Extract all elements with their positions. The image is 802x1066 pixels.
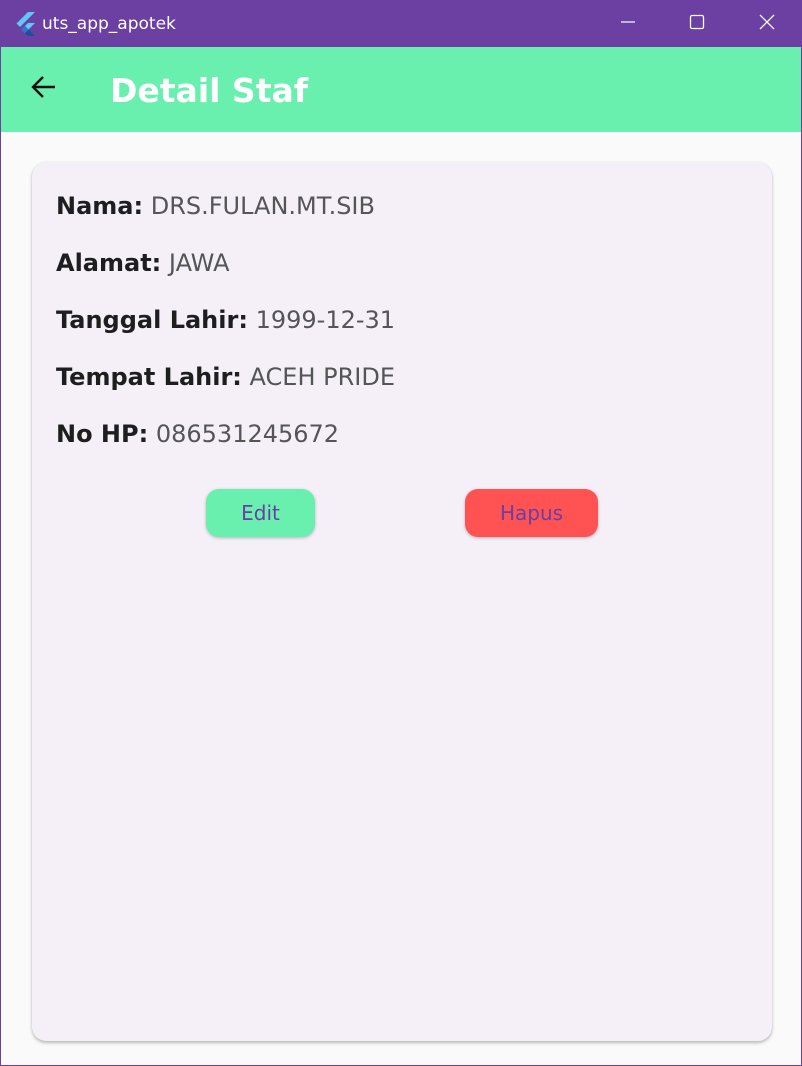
field-label: Tempat Lahir: [56, 363, 242, 391]
flutter-logo-icon [15, 12, 37, 36]
delete-button[interactable]: Hapus [465, 489, 598, 537]
maximize-icon [689, 14, 705, 34]
field-tanggal-lahir: Tanggal Lahir: 1999-12-31 [56, 305, 395, 335]
field-value: 086531245672 [155, 420, 340, 448]
window-title: uts_app_apotek [42, 14, 176, 34]
field-tempat-lahir: Tempat Lahir: ACEH PRIDE [56, 362, 395, 392]
close-icon [759, 14, 775, 34]
field-label: Alamat: [56, 249, 162, 277]
edit-button[interactable]: Edit [206, 489, 315, 537]
app-window: uts_app_apotek Detail Staf Nama: DRS.FUL… [0, 0, 802, 1066]
staff-detail-card: Nama: DRS.FULAN.MT.SIB Alamat: JAWA Tang… [32, 162, 772, 1041]
field-value: 1999-12-31 [255, 306, 396, 334]
close-button[interactable] [732, 1, 801, 47]
back-button[interactable] [21, 67, 65, 111]
field-alamat: Alamat: JAWA [56, 248, 230, 278]
app-bar: Detail Staf [1, 47, 801, 132]
field-value: DRS.FULAN.MT.SIB [150, 192, 375, 220]
field-value: ACEH PRIDE [249, 363, 396, 391]
maximize-button[interactable] [662, 1, 732, 47]
field-label: Tanggal Lahir: [56, 306, 248, 334]
field-nama: Nama: DRS.FULAN.MT.SIB [56, 191, 375, 221]
window-titlebar[interactable]: uts_app_apotek [1, 1, 801, 47]
field-label: Nama: [56, 192, 144, 220]
field-value: JAWA [168, 249, 230, 277]
minimize-button[interactable] [593, 1, 663, 47]
field-no-hp: No HP: 086531245672 [56, 419, 339, 449]
arrow-left-icon [30, 74, 56, 104]
field-label: No HP: [56, 420, 149, 448]
page-title: Detail Staf [110, 71, 309, 110]
minimize-icon [620, 14, 636, 34]
